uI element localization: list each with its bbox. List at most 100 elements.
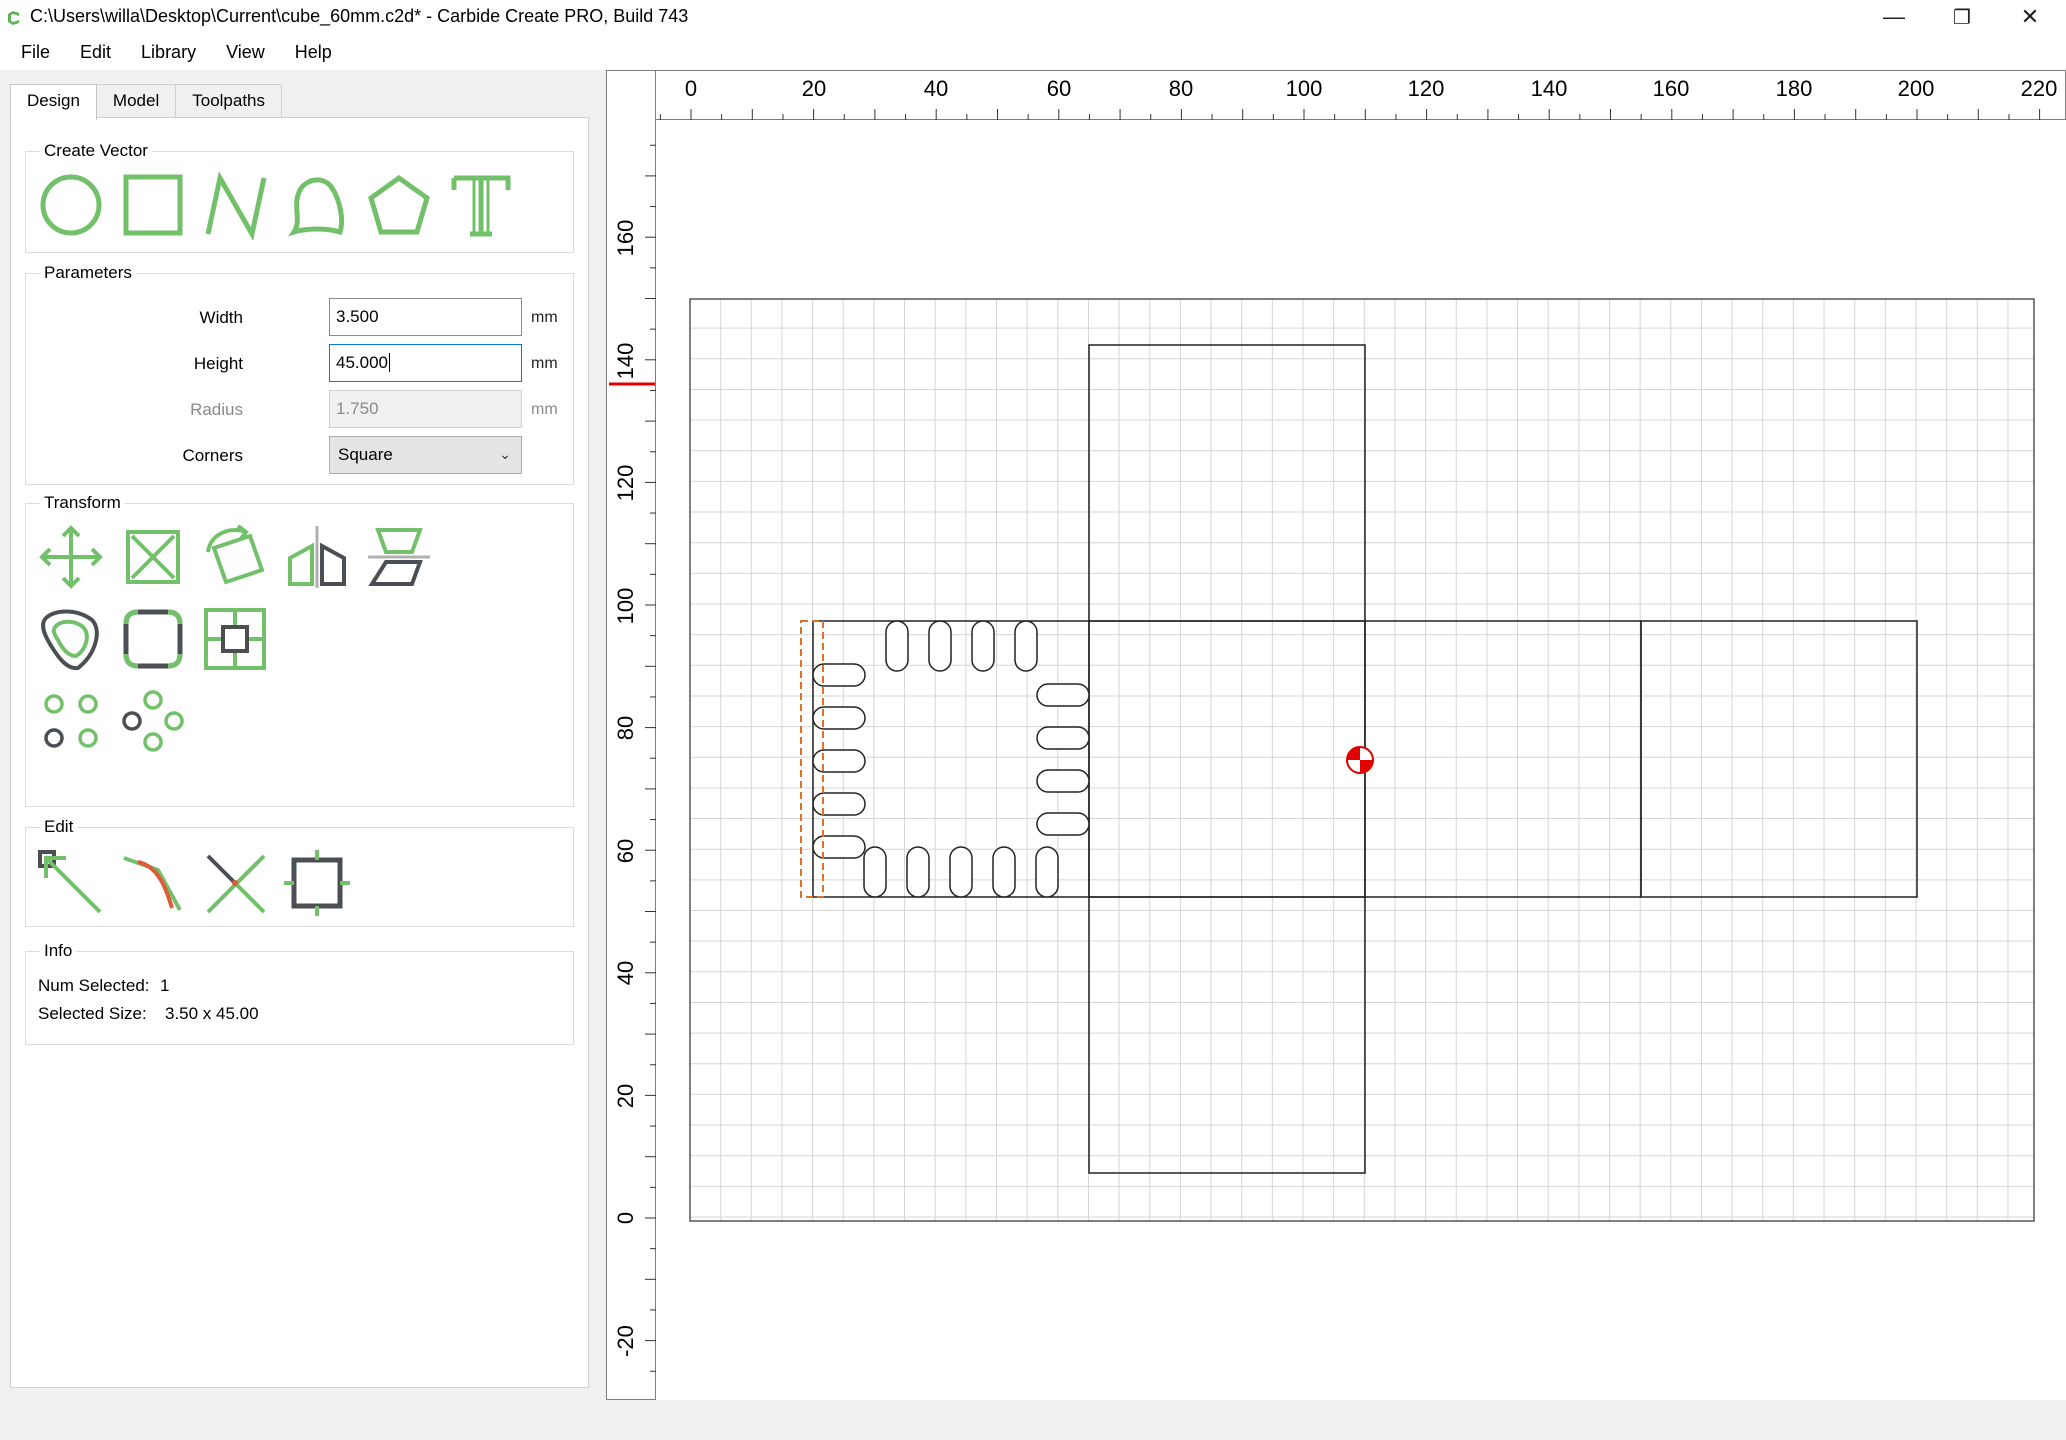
- x-tick-label: 180: [1776, 76, 1813, 101]
- y-tick-label: 0: [613, 1212, 638, 1224]
- title-bar: C:\Users\willa\Desktop\Current\cube_60mm…: [0, 0, 2066, 34]
- rectangle-icon[interactable]: [118, 170, 188, 240]
- create-vector-title: Create Vector: [40, 141, 152, 161]
- text-icon[interactable]: [446, 170, 516, 240]
- slot[interactable]: [949, 846, 973, 898]
- slot[interactable]: [812, 706, 866, 730]
- edit-group: Edit: [25, 817, 574, 927]
- minimize-button[interactable]: —: [1860, 0, 1928, 34]
- height-value: 45.000: [336, 353, 388, 372]
- x-tick-label: 160: [1653, 76, 1690, 101]
- x-tick-label: 40: [924, 76, 948, 101]
- menu-view[interactable]: View: [211, 34, 280, 70]
- y-tick-label: 140: [613, 343, 638, 380]
- menu-library[interactable]: Library: [126, 34, 211, 70]
- menu-help[interactable]: Help: [280, 34, 347, 70]
- design-canvas[interactable]: [656, 120, 2066, 1400]
- cube-face-top[interactable]: [1088, 344, 1366, 622]
- y-tick-label: 160: [613, 220, 638, 257]
- y-tick-label: 40: [613, 961, 638, 985]
- create-vector-group: Create Vector: [25, 141, 574, 253]
- slot[interactable]: [1035, 846, 1059, 898]
- circular-array-icon[interactable]: [118, 686, 188, 756]
- x-tick-label: 200: [1898, 76, 1935, 101]
- mirror-icon[interactable]: [282, 522, 352, 592]
- slot[interactable]: [1036, 812, 1090, 836]
- chevron-down-icon: ⌄: [499, 446, 511, 462]
- close-button[interactable]: ✕: [1996, 0, 2064, 34]
- design-area: 0 20 40 60 80 100 120 140 160 180 200 22…: [606, 70, 2066, 1400]
- scale-icon[interactable]: [118, 522, 188, 592]
- offset-icon[interactable]: [36, 604, 106, 674]
- linear-array-icon[interactable]: [36, 686, 106, 756]
- edit-title: Edit: [40, 817, 78, 837]
- tab-model[interactable]: Model: [95, 84, 177, 118]
- cube-face-far-right[interactable]: [1640, 620, 1918, 898]
- y-tick-label: 80: [613, 716, 638, 740]
- slot[interactable]: [992, 846, 1016, 898]
- slot[interactable]: [1036, 769, 1090, 793]
- left-panel: Design Model Toolpaths Create Vector Par…: [10, 80, 589, 1388]
- height-field[interactable]: 45.000: [329, 344, 522, 382]
- y-tick-label: 20: [613, 1084, 638, 1108]
- curve-icon[interactable]: [282, 170, 352, 240]
- window-title: C:\Users\willa\Desktop\Current\cube_60mm…: [30, 6, 689, 26]
- corners-label: Corners: [182, 446, 243, 465]
- bounding-box-icon[interactable]: [282, 848, 352, 918]
- slot[interactable]: [812, 835, 866, 859]
- slot[interactable]: [971, 620, 995, 672]
- center-icon[interactable]: [200, 604, 270, 674]
- finger-slots: [812, 620, 1090, 898]
- cube-face-bottom[interactable]: [1088, 896, 1366, 1174]
- rotate-icon[interactable]: [200, 522, 270, 592]
- radius-field[interactable]: 1.750: [329, 390, 522, 428]
- height-label: Height: [193, 354, 243, 373]
- trim-icon[interactable]: [200, 848, 270, 918]
- slot[interactable]: [1036, 726, 1090, 750]
- cube-face-center[interactable]: [1088, 620, 1366, 898]
- tab-design[interactable]: Design: [10, 84, 97, 120]
- slot[interactable]: [863, 846, 887, 898]
- x-tick-label: 100: [1286, 76, 1323, 101]
- polyline-icon[interactable]: [200, 170, 270, 241]
- width-label: Width: [199, 308, 243, 327]
- info-group: Info Num Selected: 1 Selected Size: 3.50…: [25, 941, 574, 1045]
- slot[interactable]: [812, 792, 866, 816]
- bezier-edit-icon[interactable]: [118, 848, 188, 918]
- menu-edit[interactable]: Edit: [65, 34, 126, 70]
- num-selected-value: 1: [160, 976, 170, 995]
- horizontal-ruler[interactable]: 0 20 40 60 80 100 120 140 160 180 200 22…: [606, 70, 2066, 121]
- horizontal-ruler-scale: 0 20 40 60 80 100 120 140 160 180 200 22…: [659, 76, 2057, 121]
- node-edit-icon[interactable]: [36, 848, 106, 918]
- slot[interactable]: [812, 749, 866, 773]
- restore-button[interactable]: ❐: [1928, 0, 1996, 34]
- menu-file[interactable]: File: [6, 34, 65, 70]
- align-icon[interactable]: [364, 522, 434, 592]
- slot[interactable]: [906, 846, 930, 898]
- cube-face-right[interactable]: [1364, 620, 1642, 898]
- tab-toolpaths[interactable]: Toolpaths: [175, 84, 283, 118]
- height-unit: mm: [531, 355, 558, 372]
- circle-icon[interactable]: [36, 170, 106, 240]
- transform-group: Transform: [25, 493, 574, 807]
- corners-value: Square: [338, 445, 393, 464]
- fillet-icon[interactable]: [118, 604, 188, 674]
- slot[interactable]: [1036, 683, 1090, 707]
- num-selected-label: Num Selected:: [38, 976, 150, 995]
- x-tick-label: 140: [1531, 76, 1568, 101]
- slot[interactable]: [812, 663, 866, 687]
- x-tick-label: 20: [802, 76, 826, 101]
- polygon-icon[interactable]: [364, 170, 434, 240]
- origin-marker-icon[interactable]: [1346, 746, 1374, 774]
- y-tick-label: 60: [613, 839, 638, 863]
- vertical-ruler[interactable]: -20 0 20 40 60 80 100 120 140 160: [606, 70, 657, 1400]
- slot[interactable]: [1014, 620, 1038, 672]
- parameters-title: Parameters: [40, 263, 136, 283]
- slot[interactable]: [928, 620, 952, 672]
- move-icon[interactable]: [36, 522, 106, 592]
- width-field[interactable]: 3.500: [329, 298, 522, 336]
- corners-select[interactable]: Square ⌄: [329, 436, 522, 474]
- slot[interactable]: [885, 620, 909, 672]
- selected-size-value: 3.50 x 45.00: [165, 1004, 259, 1023]
- info-title: Info: [40, 941, 77, 961]
